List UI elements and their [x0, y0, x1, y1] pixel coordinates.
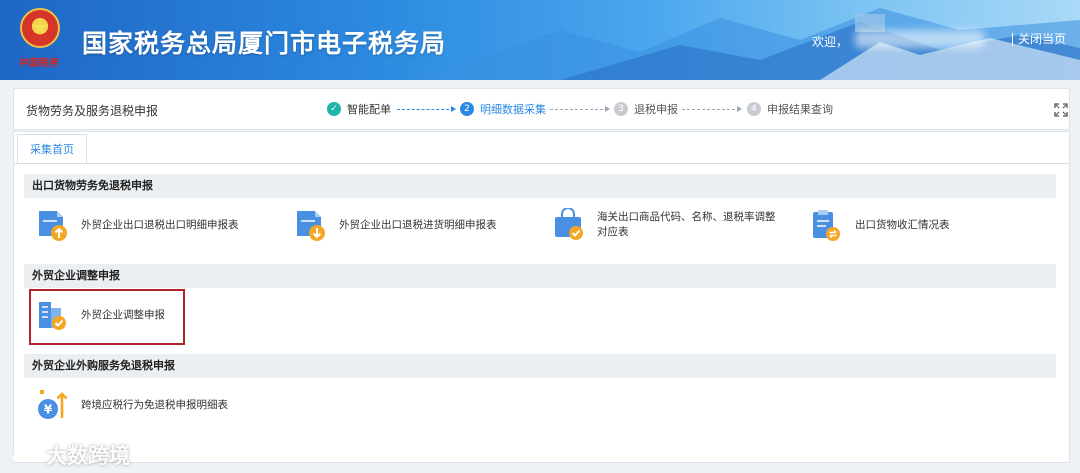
step-label: 申报结果查询 [767, 103, 833, 116]
step-arrow [397, 106, 456, 112]
section-purchased-services: 外贸企业外购服务免退税申报 [24, 354, 1056, 378]
clipboard-exchange-icon [813, 210, 840, 241]
item-customs-code-table[interactable]: 海关出口商品代码、名称、退税率调整 对应表 [552, 208, 776, 242]
tab-divider [14, 163, 1069, 164]
item-label: 外贸企业出口退税进货明细申报表 [339, 218, 497, 231]
tab-collection-home[interactable]: 采集首页 [17, 134, 87, 164]
step-number: 3 [614, 102, 628, 116]
svg-text:¥: ¥ [44, 403, 53, 417]
emblem-motto: 中国税务 [18, 58, 58, 69]
item-label: 跨境应税行为免退税申报明细表 [81, 398, 228, 411]
step-arrow [682, 106, 742, 112]
step-label: 明细数据采集 [480, 103, 546, 116]
item-label: 外贸企业调整申报 [81, 308, 165, 321]
watermark-logo-icon [12, 449, 40, 463]
document-upload-icon [39, 211, 67, 241]
step-number: 4 [747, 102, 761, 116]
item-label: 外贸企业出口退税出口明细申报表 [81, 218, 239, 231]
item-purchase-detail-form[interactable]: 外贸企业出口退税进货明细申报表 [294, 208, 497, 242]
close-page-link[interactable]: 关闭当页 [1012, 33, 1066, 46]
step-result-query[interactable]: 4 申报结果查询 [747, 101, 833, 117]
item-export-detail-form[interactable]: 外贸企业出口退税出口明细申报表 [36, 208, 239, 242]
step-label: 退税申报 [634, 103, 678, 116]
building-check-icon [39, 302, 66, 330]
item-cross-border-detail[interactable]: ¥ 跨境应税行为免退税申报明细表 [36, 388, 228, 422]
step-smart-match[interactable]: ✓ 智能配单 [327, 101, 391, 117]
collection-panel: 采集首页 出口货物劳务免退税申报 外贸企业出口退税出口明细申报表 外贸企业出口退… [13, 131, 1070, 463]
blurred-username [855, 30, 985, 48]
item-label: 海关出口商品代码、名称、退税率调整 对应表 [597, 210, 776, 240]
section-adjustment: 外贸企业调整申报 [24, 264, 1056, 288]
step-refund-declaration[interactable]: 3 退税申报 [614, 101, 678, 117]
site-title: 国家税务总局厦门市电子税务局 [82, 29, 447, 58]
item-adjustment-declaration[interactable]: 外贸企业调整申报 [36, 298, 165, 332]
step-arrow [550, 106, 610, 112]
check-icon: ✓ [327, 102, 341, 116]
item-forex-receipt-table[interactable]: 出口货物收汇情况表 [810, 208, 950, 242]
fullscreen-icon[interactable] [1054, 103, 1068, 117]
item-label: 出口货物收汇情况表 [855, 218, 950, 231]
step-bar: 货物劳务及服务退税申报 ✓ 智能配单 2 明细数据采集 3 退税申报 4 申报结… [13, 88, 1070, 130]
header-banner: ★ 中国税务 国家税务总局厦门市电子税务局 欢迎， 关闭当页 [0, 0, 1080, 80]
watermark-text: 大数跨境 [46, 444, 130, 468]
step-number: 2 [460, 102, 474, 116]
tax-emblem-logo: ★ 中国税务 [18, 8, 62, 69]
yuan-coin-arrow-icon: ¥ [38, 390, 68, 419]
item-label-line2: 对应表 [597, 226, 629, 238]
item-label-line1: 海关出口商品代码、名称、退税率调整 [597, 211, 776, 223]
shopping-bag-check-icon [555, 208, 583, 240]
step-label: 智能配单 [347, 103, 391, 116]
section-export-refund: 出口货物劳务免退税申报 [24, 174, 1056, 198]
step-detail-collection[interactable]: 2 明细数据采集 [460, 101, 546, 117]
document-download-icon [297, 211, 325, 241]
watermark: 大数跨境 [10, 440, 130, 470]
welcome-text: 欢迎， [812, 35, 849, 49]
breadcrumb: 货物劳务及服务退税申报 [26, 104, 159, 118]
